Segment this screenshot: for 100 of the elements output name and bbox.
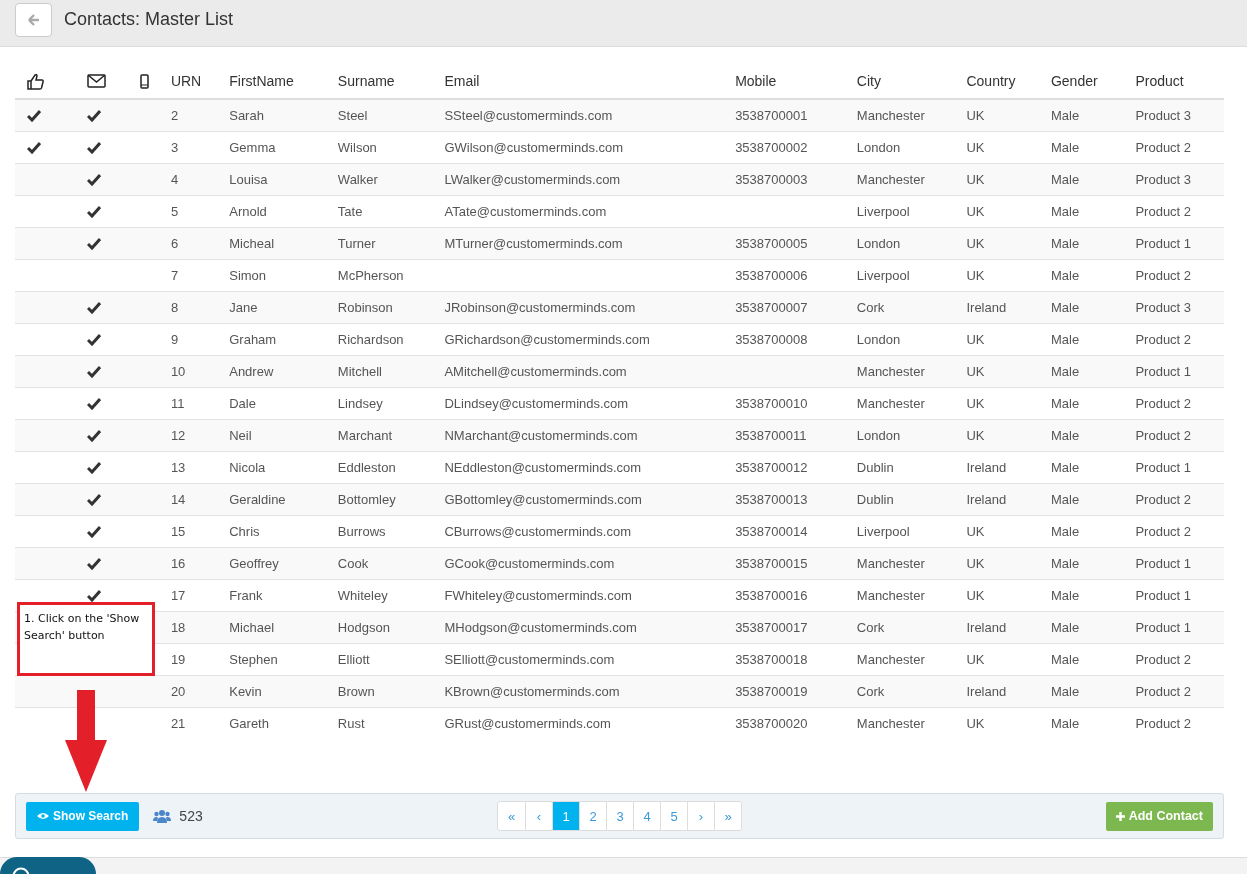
column-header[interactable]: Surname (337, 73, 395, 89)
table-cell: 8 (170, 300, 179, 315)
table-cell: Male (1050, 524, 1080, 539)
table-cell: 3538700019 (735, 684, 808, 699)
table-cell: Product 2 (1135, 524, 1192, 539)
table-cell: Product 1 (1135, 364, 1192, 379)
table-cell: Ireland (966, 460, 1007, 475)
table-cell: Neil (229, 428, 252, 443)
table-cell: Simon (229, 268, 267, 283)
table-cell: 15 (170, 524, 186, 539)
table-cell: 21 (170, 716, 186, 731)
table-cell: MHodgson@customerminds.com (444, 620, 637, 635)
table-cell: Product 1 (1135, 236, 1192, 251)
table-cell: 3538700012 (735, 460, 808, 475)
page-link[interactable]: 5 (660, 802, 687, 830)
table-cell: 3 (170, 140, 179, 155)
table-cell: Burrows (337, 524, 386, 539)
column-header[interactable]: Mobile (735, 73, 777, 89)
table-cell: KBrown@customerminds.com (444, 684, 620, 699)
table-cell: Frank (229, 588, 263, 603)
table-cell: 3538700017 (735, 620, 808, 635)
table-cell: Male (1050, 588, 1080, 603)
table-cell: Sarah (229, 108, 264, 123)
column-header[interactable]: Email (444, 73, 480, 89)
table-cell: 3538700003 (735, 172, 808, 187)
table-cell: Male (1050, 172, 1080, 187)
column-header[interactable]: Country (966, 73, 1016, 89)
table-cell: Male (1050, 492, 1080, 507)
table-cell: Rust (337, 716, 365, 731)
table-cell: Graham (229, 332, 277, 347)
table-cell: UK (966, 332, 985, 347)
table-cell: GCook@customerminds.com (444, 556, 615, 571)
table-cell: FWhiteley@customerminds.com (444, 588, 632, 603)
table-cell: MTurner@customerminds.com (444, 236, 623, 251)
table-cell: Walker (337, 172, 378, 187)
table-cell: Manchester (856, 396, 925, 411)
table-cell: SSteel@customerminds.com (444, 108, 613, 123)
table-cell: 10 (170, 364, 186, 379)
table-cell: Geraldine (229, 492, 286, 507)
table-cell: Male (1050, 396, 1080, 411)
table-cell: Male (1050, 556, 1080, 571)
table-cell: Manchester (856, 364, 925, 379)
column-header[interactable]: Gender (1050, 73, 1098, 89)
table-cell: 13 (170, 460, 186, 475)
column-header[interactable]: URN (170, 73, 202, 89)
envelope-icon (87, 74, 107, 88)
table-cell: NMarchant@customerminds.com (444, 428, 638, 443)
table-cell: McPherson (337, 268, 404, 283)
page-link[interactable]: ‹ (525, 802, 552, 830)
table-cell: Manchester (856, 108, 925, 123)
page-link[interactable]: 3 (606, 802, 633, 830)
table-cell: Male (1050, 268, 1080, 283)
table-cell: 19 (170, 652, 186, 667)
table-cell: Manchester (856, 652, 925, 667)
table-cell: Arnold (229, 204, 267, 219)
table-cell: 2 (170, 108, 179, 123)
table-cell: Manchester (856, 588, 925, 603)
table-cell: Manchester (856, 716, 925, 731)
table-cell: Liverpool (856, 524, 910, 539)
table-cell: 16 (170, 556, 186, 571)
table-cell: Product 2 (1135, 204, 1192, 219)
table-cell: NEddleston@customerminds.com (444, 460, 642, 475)
table-cell: 3538700001 (735, 108, 808, 123)
table-cell: Cork (856, 684, 885, 699)
table-cell: 11 (170, 396, 185, 411)
table-cell: UK (966, 524, 985, 539)
add-contact-button[interactable]: Add Contact (1105, 801, 1213, 831)
table-cell: Product 2 (1135, 396, 1192, 411)
table-cell: Ireland (966, 684, 1007, 699)
show-search-button[interactable]: Show Search (26, 801, 140, 831)
page-link[interactable]: « (498, 802, 525, 830)
table-cell: 3538700005 (735, 236, 808, 251)
column-header[interactable]: FirstName (229, 73, 294, 89)
table-cell: Dale (229, 396, 256, 411)
table-cell: 3538700016 (735, 588, 808, 603)
column-header[interactable]: City (856, 73, 881, 89)
table-cell: Andrew (229, 364, 274, 379)
table-cell: Male (1050, 140, 1080, 155)
column-header[interactable]: Product (1135, 73, 1184, 89)
table-cell: Male (1050, 684, 1080, 699)
table-cell: UK (966, 556, 985, 571)
page-link[interactable]: 2 (579, 802, 606, 830)
page-link[interactable]: 1 (552, 802, 579, 830)
page-link[interactable]: › (687, 802, 714, 830)
table-cell: Product 1 (1135, 588, 1192, 603)
table-cell: Cook (337, 556, 369, 571)
table-cell: GBottomley@customerminds.com (444, 492, 642, 507)
table-cell: Nicola (229, 460, 266, 475)
table-cell: DLindsey@customerminds.com (444, 396, 629, 411)
table-cell: UK (966, 396, 985, 411)
table-cell: Ireland (966, 620, 1007, 635)
table-cell: UK (966, 236, 985, 251)
table-cell: Product 1 (1135, 460, 1192, 475)
table-cell: 9 (170, 332, 179, 347)
table-cell: Bottomley (337, 492, 396, 507)
table-cell: Product 3 (1135, 172, 1192, 187)
table-cell: Brown (337, 684, 375, 699)
page-link[interactable]: » (714, 802, 741, 830)
page-link[interactable]: 4 (633, 802, 660, 830)
table-cell: 14 (170, 492, 186, 507)
